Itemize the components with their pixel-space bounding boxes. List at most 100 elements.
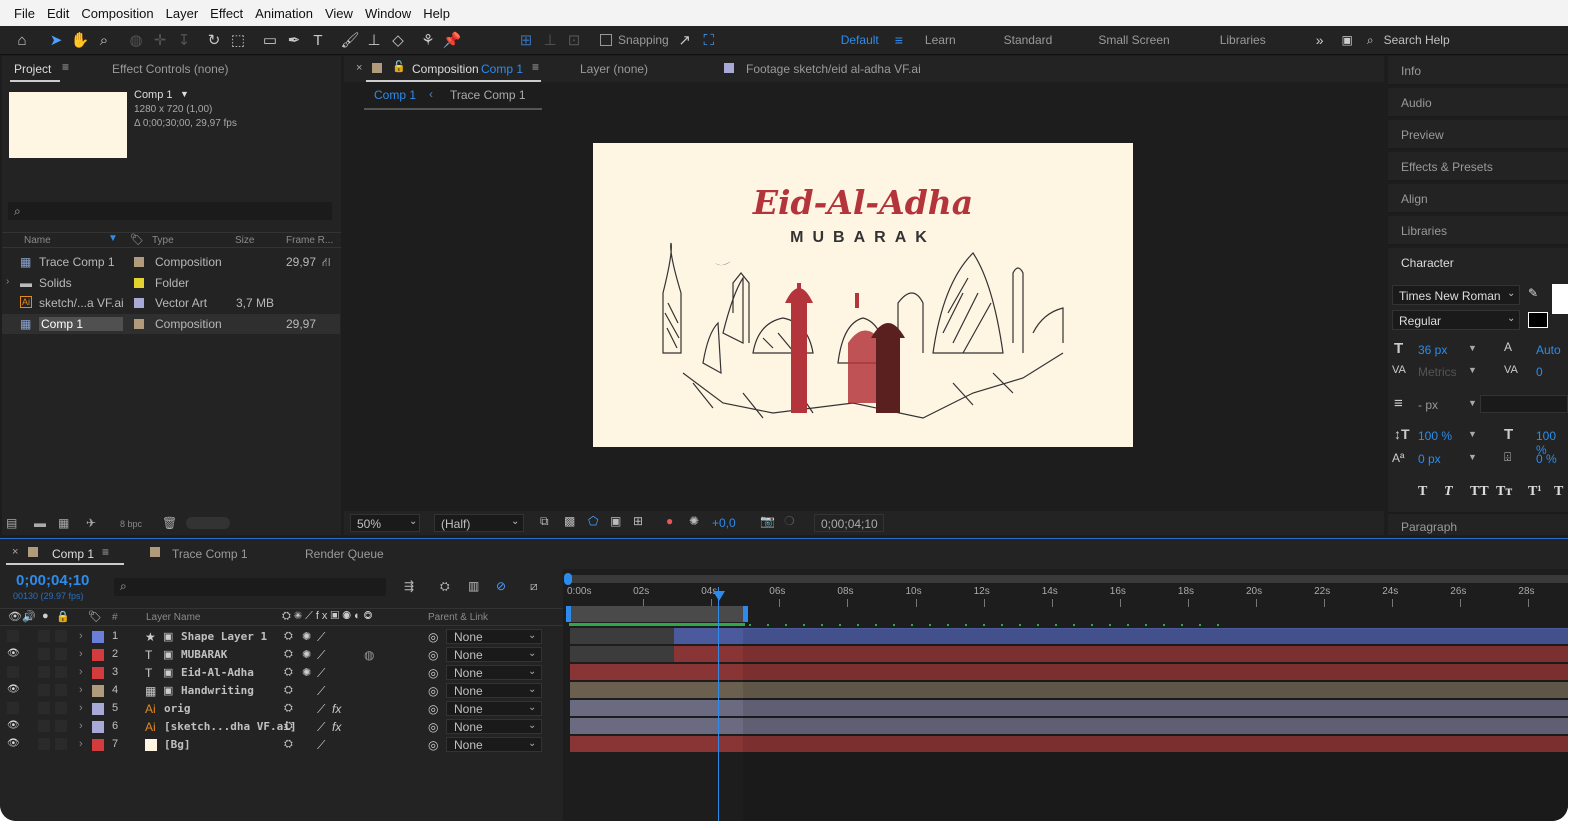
comp-canvas[interactable]: Eid-Al-Adha MUBARAK bbox=[593, 143, 1133, 447]
menu-help[interactable]: Help bbox=[417, 6, 456, 21]
channel-icon[interactable]: ● bbox=[666, 514, 673, 528]
lock-toggle[interactable] bbox=[55, 738, 67, 750]
col-size[interactable]: Size bbox=[235, 235, 254, 246]
visibility-toggle[interactable] bbox=[7, 666, 19, 678]
menu-file[interactable]: File bbox=[8, 6, 41, 21]
layer-label-swatch[interactable] bbox=[92, 667, 104, 679]
home-icon[interactable]: ⌂ bbox=[10, 28, 34, 52]
font-style-select[interactable]: Regular ⌄ bbox=[1392, 310, 1520, 330]
flowchart-icon[interactable]: ✈ bbox=[86, 516, 96, 530]
snapshot-icon[interactable]: 📷 bbox=[760, 514, 775, 528]
collapse-switch-icon[interactable]: ✺ bbox=[302, 630, 311, 643]
shy-switch-icon[interactable]: ⛭ bbox=[284, 702, 293, 715]
font-family-select[interactable]: Times New Roman ⌄ bbox=[1392, 285, 1520, 305]
snapping-checkbox[interactable] bbox=[600, 34, 612, 46]
more-workspaces-icon[interactable]: » bbox=[1316, 32, 1324, 48]
chevron-down-icon[interactable]: ▼ bbox=[1468, 398, 1477, 408]
solo-toggle[interactable] bbox=[38, 648, 50, 660]
roto-brush-icon[interactable]: ⚘ bbox=[416, 28, 440, 52]
quality-switch-icon[interactable]: ⟋ bbox=[317, 702, 325, 717]
project-item[interactable]: › ▬ Solids Folder bbox=[2, 273, 340, 293]
project-menu-icon[interactable]: ≡ bbox=[62, 60, 69, 74]
new-folder-icon[interactable]: ▬ bbox=[34, 516, 46, 530]
zoom-tool-icon[interactable]: ⌕ bbox=[92, 28, 116, 52]
breadcrumb-comp-1[interactable]: Comp 1 bbox=[374, 88, 416, 102]
selection-tool-icon[interactable]: ➤ bbox=[44, 28, 68, 52]
expand-arrow-icon[interactable]: › bbox=[79, 702, 83, 714]
chevron-down-icon[interactable]: ▼ bbox=[1468, 365, 1477, 375]
dolly-camera-icon[interactable]: ↧ bbox=[172, 28, 196, 52]
workspace-panel-icon[interactable]: ▣ bbox=[1342, 33, 1353, 47]
layer-label-swatch[interactable] bbox=[92, 631, 104, 643]
tab-footage[interactable]: Footage sketch/eid al-adha VF.ai bbox=[746, 62, 921, 76]
superscript-icon[interactable]: T¹ bbox=[1528, 484, 1542, 500]
menu-animation[interactable]: Animation bbox=[249, 6, 319, 21]
project-item[interactable]: ▦ Trace Comp 1 Composition 29,97 ⛙ bbox=[2, 252, 340, 272]
col-type[interactable]: Type bbox=[152, 235, 174, 246]
shy-switch-icon[interactable]: ⛭ bbox=[284, 684, 293, 697]
tab-render-queue[interactable]: Render Queue bbox=[305, 547, 384, 561]
draft-3d-icon[interactable]: ⛭ bbox=[440, 579, 450, 594]
flowchart-icon[interactable]: ⛙ bbox=[322, 255, 330, 271]
tracking-value[interactable]: 0 bbox=[1536, 365, 1543, 379]
menu-layer[interactable]: Layer bbox=[160, 6, 205, 21]
parent-pickwhip-icon[interactable]: ◎ bbox=[428, 666, 438, 680]
lock-toggle[interactable] bbox=[55, 702, 67, 714]
quality-switch-icon[interactable]: ⟋ bbox=[317, 666, 325, 681]
breadcrumb-trace-comp[interactable]: Trace Comp 1 bbox=[450, 88, 526, 102]
quality-switch-icon[interactable]: ⟋ bbox=[317, 720, 325, 735]
playhead[interactable] bbox=[718, 587, 719, 821]
panel-character[interactable]: Character bbox=[1388, 248, 1568, 278]
leading-value[interactable]: Auto bbox=[1536, 343, 1561, 357]
all-caps-icon[interactable]: TT bbox=[1470, 484, 1489, 500]
visibility-toggle[interactable]: 👁 bbox=[7, 648, 20, 660]
stroke-width-value[interactable]: - px bbox=[1418, 398, 1438, 412]
motion-blur-icon[interactable]: ◍ bbox=[364, 648, 374, 662]
lock-toggle[interactable] bbox=[55, 666, 67, 678]
workspace-menu-icon[interactable]: ≡ bbox=[895, 32, 903, 48]
layer-label-swatch[interactable] bbox=[92, 721, 104, 733]
parent-pickwhip-icon[interactable]: ◎ bbox=[428, 684, 438, 698]
tab-project[interactable]: Project bbox=[14, 62, 51, 76]
col-name[interactable]: Name bbox=[24, 235, 51, 246]
vertical-scale-value[interactable]: 100 % bbox=[1418, 429, 1452, 443]
current-time-display[interactable]: 0;00;04;10 bbox=[814, 514, 884, 532]
workspace-standard[interactable]: Standard bbox=[1004, 33, 1053, 47]
zoom-select[interactable]: 50% ⌄ bbox=[350, 514, 420, 532]
layer-row[interactable]: 👁 › 4 ▦ ▣ Handwriting ⛭ ⟋ ◎ None ⌄ bbox=[0, 682, 563, 700]
subscript-icon[interactable]: T bbox=[1554, 484, 1563, 500]
snap-to-edges-icon[interactable]: ⛶ bbox=[697, 28, 721, 52]
pan-camera-icon[interactable]: ✛ bbox=[148, 28, 172, 52]
work-area-start[interactable] bbox=[566, 606, 571, 622]
menu-effect[interactable]: Effect bbox=[204, 6, 249, 21]
tab-effect-controls[interactable]: Effect Controls (none) bbox=[112, 62, 229, 76]
shy-switch-icon[interactable]: ⛭ bbox=[284, 630, 293, 643]
expand-arrow-icon[interactable]: › bbox=[6, 276, 9, 287]
show-snapshot-icon[interactable]: ❍ bbox=[784, 514, 795, 528]
panel-audio[interactable]: Audio bbox=[1388, 88, 1568, 118]
axis-world-icon[interactable]: ⊥ bbox=[538, 28, 562, 52]
quality-switch-icon[interactable]: ⟋ bbox=[317, 630, 325, 645]
shy-switch-icon[interactable]: ⛭ bbox=[284, 720, 293, 733]
clone-stamp-icon[interactable]: ⊥ bbox=[362, 28, 386, 52]
region-of-interest-icon[interactable]: ▣ bbox=[610, 514, 621, 528]
tab-composition-label[interactable]: Composition bbox=[412, 62, 479, 76]
solo-toggle[interactable] bbox=[38, 702, 50, 714]
expand-arrow-icon[interactable]: › bbox=[79, 684, 83, 696]
bpc-label[interactable]: 8 bpc bbox=[120, 519, 142, 529]
lock-icon[interactable]: 🔓 bbox=[392, 60, 406, 73]
solo-toggle[interactable] bbox=[38, 720, 50, 732]
visibility-toggle[interactable] bbox=[7, 630, 19, 642]
color-management-icon[interactable]: ✺ bbox=[689, 514, 699, 528]
viewer-menu-icon[interactable]: ≡ bbox=[532, 60, 539, 74]
eyedropper-icon[interactable]: ✎ bbox=[1528, 286, 1538, 300]
project-item[interactable]: Ai sketch/...a VF.ai Vector Art 3,7 MB bbox=[2, 293, 340, 313]
search-help-input[interactable]: Search Help bbox=[1384, 33, 1450, 47]
rectangle-tool-icon[interactable]: ▭ bbox=[258, 28, 282, 52]
eraser-tool-icon[interactable]: ◇ bbox=[386, 28, 410, 52]
label-color-swatch[interactable] bbox=[134, 257, 144, 267]
transparency-grid-icon[interactable]: ▩ bbox=[564, 514, 575, 528]
parent-pickwhip-icon[interactable]: ◎ bbox=[428, 702, 438, 716]
expand-arrow-icon[interactable]: › bbox=[79, 720, 83, 732]
solo-toggle[interactable] bbox=[38, 630, 50, 642]
